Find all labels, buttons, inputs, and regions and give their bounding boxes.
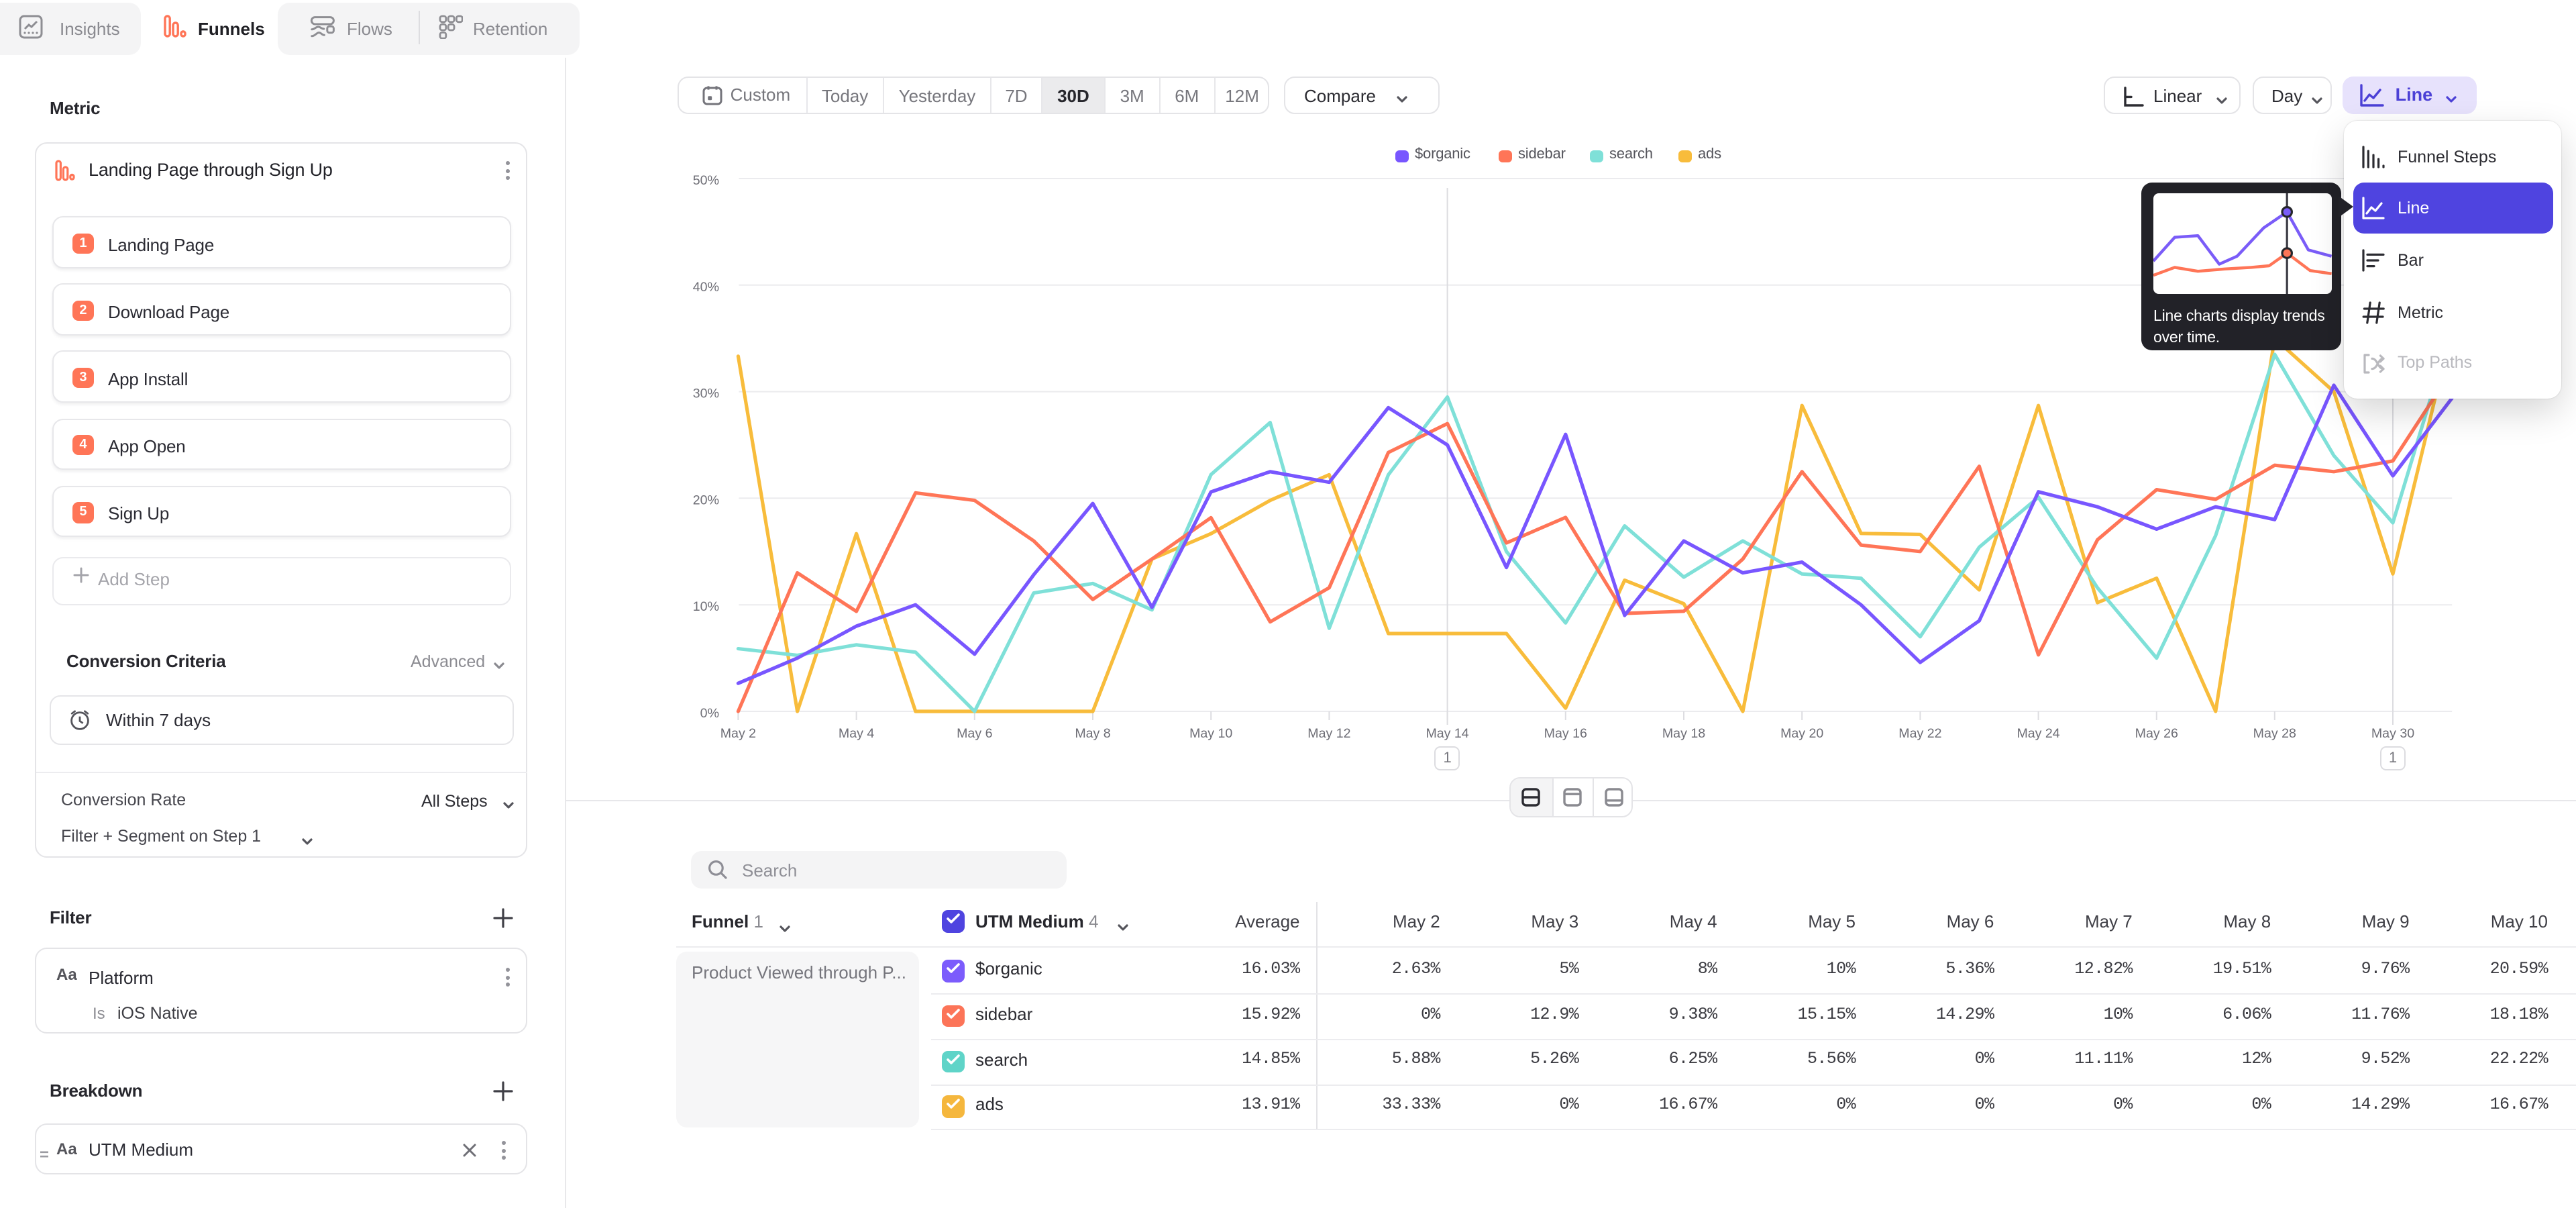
svg-text:May 8: May 8 xyxy=(1075,726,1110,741)
svg-text:May 30: May 30 xyxy=(2371,726,2414,741)
svg-text:10%: 10% xyxy=(693,599,719,614)
svg-text:May 28: May 28 xyxy=(2253,726,2296,741)
svg-text:40%: 40% xyxy=(693,280,719,295)
svg-text:May 24: May 24 xyxy=(2017,726,2059,741)
svg-text:20%: 20% xyxy=(693,493,719,507)
svg-text:May 12: May 12 xyxy=(1307,726,1350,741)
svg-text:May 18: May 18 xyxy=(1662,726,1705,741)
svg-text:May 6: May 6 xyxy=(957,726,992,741)
svg-text:May 14: May 14 xyxy=(1426,726,1468,741)
svg-text:May 22: May 22 xyxy=(1898,726,1941,741)
svg-text:May 20: May 20 xyxy=(1780,726,1823,741)
svg-text:May 10: May 10 xyxy=(1189,726,1232,741)
svg-text:30%: 30% xyxy=(693,387,719,401)
svg-text:50%: 50% xyxy=(693,173,719,188)
svg-text:0%: 0% xyxy=(700,706,719,721)
svg-text:May 16: May 16 xyxy=(1544,726,1587,741)
svg-text:May 4: May 4 xyxy=(839,726,874,741)
svg-text:May 26: May 26 xyxy=(2135,726,2178,741)
svg-text:May 2: May 2 xyxy=(720,726,756,741)
